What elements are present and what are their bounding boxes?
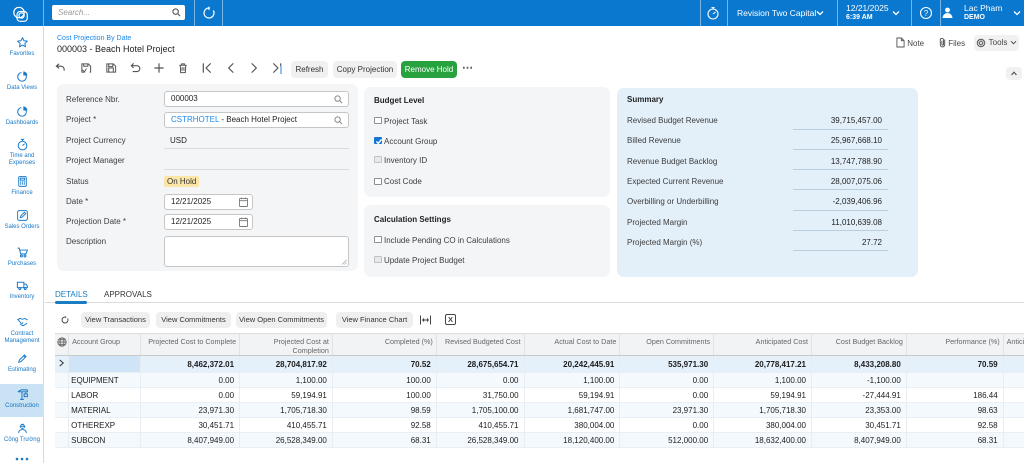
svg-text:X: X [448, 315, 453, 324]
svg-text:?: ? [924, 9, 929, 18]
